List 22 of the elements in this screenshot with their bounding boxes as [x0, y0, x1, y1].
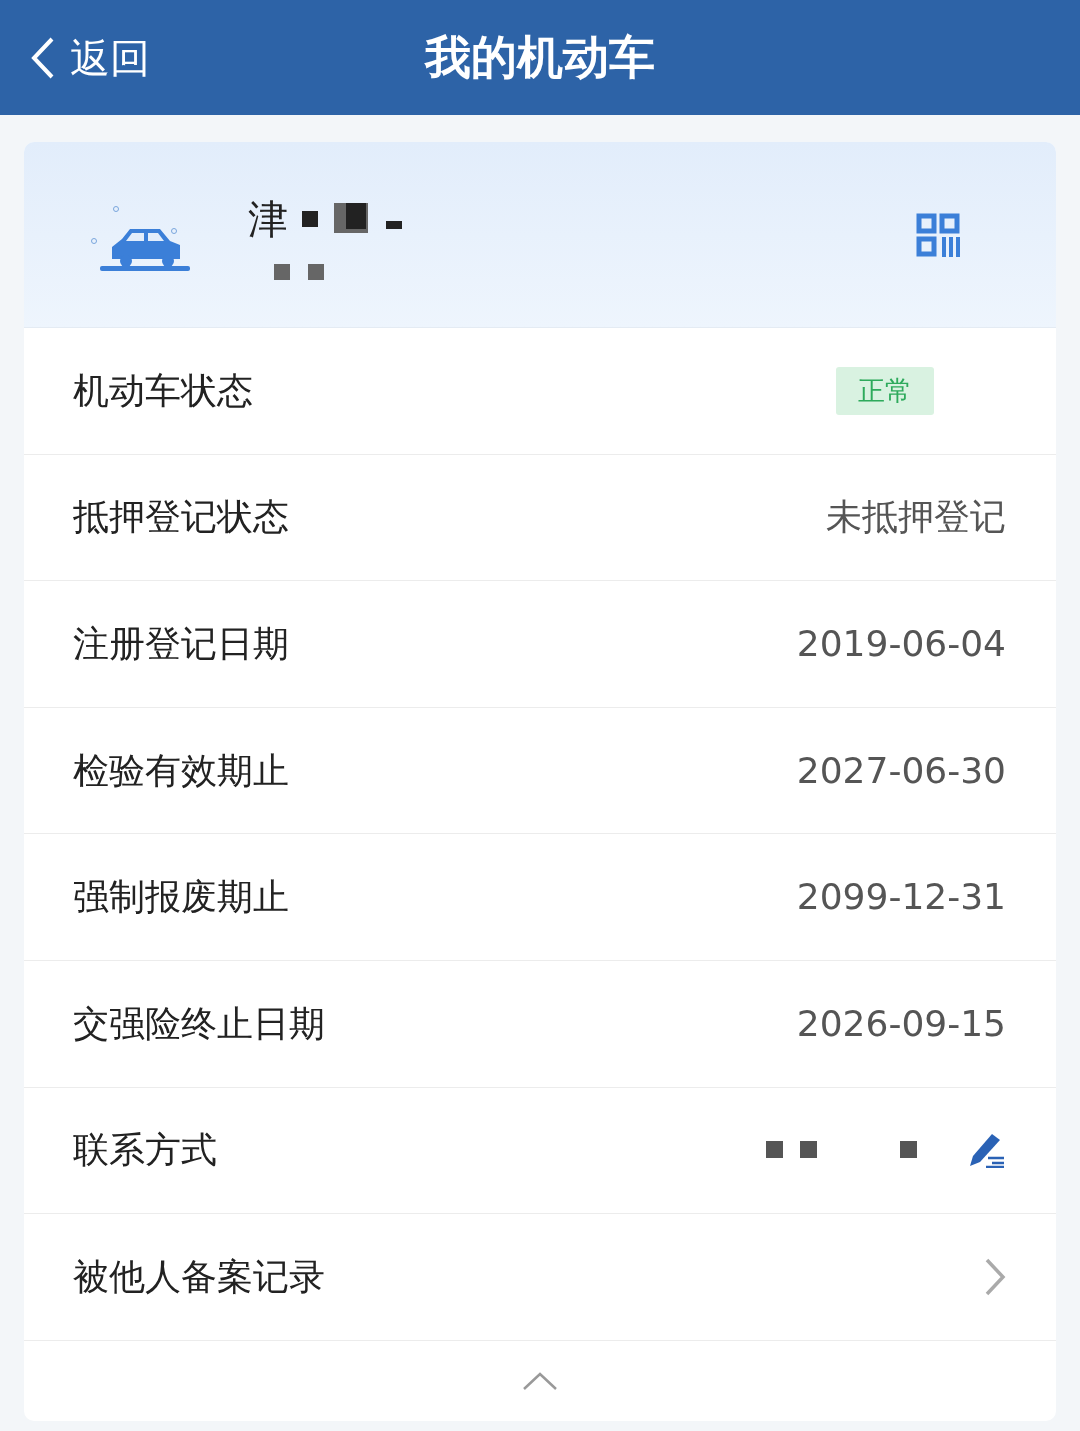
back-icon	[30, 35, 56, 80]
row-label: 被他人备案记录	[73, 1254, 325, 1299]
row-value: 2019-06-04	[796, 622, 1006, 666]
plate-number: 津	[248, 194, 288, 244]
row-label: 联系方式	[73, 1128, 217, 1173]
row-value: 未抵押登记	[826, 495, 1006, 540]
row-label: 抵押登记状态	[73, 495, 289, 540]
status-badge: 正常	[836, 366, 934, 416]
qr-code-icon[interactable]	[916, 212, 960, 257]
edit-icon[interactable]	[968, 1132, 1006, 1169]
row-value: 2027-06-30	[796, 748, 1006, 793]
row-value: 2026-09-15	[796, 1001, 1006, 1046]
chevron-right-icon[interactable]	[984, 1256, 1006, 1297]
collapse-chevron-icon[interactable]	[522, 1370, 558, 1391]
row-label: 检验有效期止	[73, 748, 289, 793]
page-title: 我的机动车	[425, 29, 655, 86]
back-button[interactable]: 返回	[0, 27, 150, 88]
row-label: 交强险终止日期	[73, 1001, 325, 1046]
row-label: 机动车状态	[73, 368, 253, 413]
row-label: 注册登记日期	[73, 622, 289, 666]
row-value: 2099-12-31	[796, 875, 1006, 920]
row-label: 强制报废期止	[73, 875, 289, 920]
